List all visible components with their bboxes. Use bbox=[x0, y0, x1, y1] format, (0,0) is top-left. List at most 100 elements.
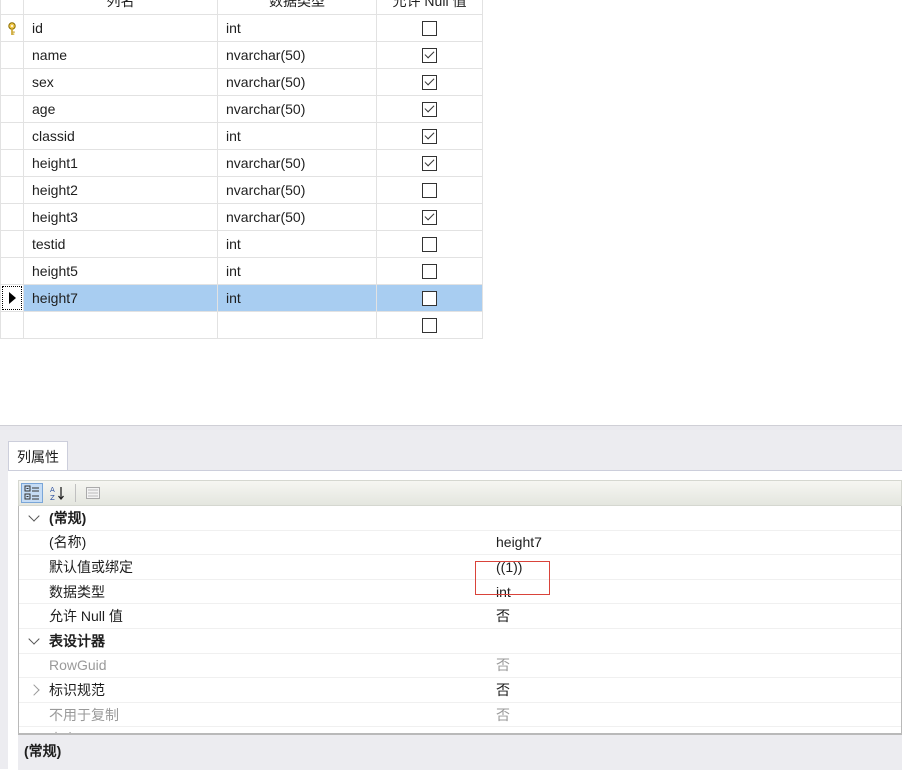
header-column-name[interactable]: 列名 bbox=[23, 0, 218, 15]
allow-null-checkbox[interactable] bbox=[422, 48, 437, 64]
allow-null-checkbox[interactable] bbox=[422, 75, 437, 91]
table-row[interactable] bbox=[0, 311, 483, 339]
header-allow-null[interactable]: 允许 Null 值 bbox=[376, 0, 483, 15]
row-selector[interactable] bbox=[0, 68, 24, 96]
table-row[interactable]: height5 int bbox=[0, 257, 483, 285]
cell-data-type[interactable]: int bbox=[217, 14, 377, 42]
property-value[interactable]: 否 bbox=[496, 655, 901, 675]
allow-null-checkbox[interactable] bbox=[422, 183, 437, 199]
allow-null-checkbox[interactable] bbox=[422, 210, 437, 226]
cell-column-name[interactable]: name bbox=[23, 41, 218, 69]
svg-text:Z: Z bbox=[50, 494, 55, 501]
property-value[interactable]: 否 bbox=[496, 606, 901, 626]
property-grid: (常规) (名称) height7 默认值或绑定 ((1)) 数据类型 int 允许 Null… bbox=[18, 506, 902, 734]
expand-chevron-icon[interactable] bbox=[19, 684, 49, 696]
row-selector[interactable] bbox=[0, 14, 24, 42]
cell-allow-null bbox=[376, 14, 483, 42]
collapse-chevron-icon[interactable] bbox=[19, 633, 49, 645]
cell-allow-null bbox=[376, 95, 483, 123]
collapse-chevron-icon[interactable] bbox=[19, 510, 49, 522]
cell-data-type[interactable]: int bbox=[217, 122, 377, 150]
categorized-button[interactable] bbox=[21, 483, 43, 503]
cell-data-type[interactable]: int bbox=[217, 257, 377, 285]
property-value[interactable]: height7 bbox=[496, 534, 901, 550]
cell-column-name[interactable]: height1 bbox=[23, 149, 218, 177]
cell-data-type[interactable]: int bbox=[217, 284, 377, 312]
property-row[interactable]: RowGuid 否 bbox=[19, 654, 901, 679]
svg-text:A: A bbox=[50, 486, 55, 494]
allow-null-checkbox[interactable] bbox=[422, 21, 437, 37]
property-value[interactable]: ((1)) bbox=[496, 559, 901, 575]
row-selector[interactable] bbox=[0, 284, 24, 312]
row-selector[interactable] bbox=[0, 257, 24, 285]
table-row[interactable]: id int bbox=[0, 14, 483, 42]
allow-null-checkbox[interactable] bbox=[422, 102, 437, 118]
cell-data-type[interactable]: nvarchar(50) bbox=[217, 41, 377, 69]
row-selector[interactable] bbox=[0, 41, 24, 69]
table-row[interactable]: height2 nvarchar(50) bbox=[0, 176, 483, 204]
property-pages-button[interactable] bbox=[82, 483, 104, 503]
row-selector-header bbox=[0, 0, 24, 15]
cell-data-type[interactable]: nvarchar(50) bbox=[217, 95, 377, 123]
property-value[interactable]: 否 bbox=[496, 705, 901, 725]
cell-data-type[interactable]: nvarchar(50) bbox=[217, 149, 377, 177]
cell-data-type[interactable]: nvarchar(50) bbox=[217, 176, 377, 204]
cell-data-type[interactable]: nvarchar(50) bbox=[217, 68, 377, 96]
cell-column-name[interactable]: sex bbox=[23, 68, 218, 96]
allow-null-checkbox[interactable] bbox=[422, 264, 437, 280]
cell-column-name[interactable]: classid bbox=[23, 122, 218, 150]
row-selector[interactable] bbox=[0, 149, 24, 177]
row-selector[interactable] bbox=[0, 122, 24, 150]
table-row[interactable]: sex nvarchar(50) bbox=[0, 68, 483, 96]
cell-column-name[interactable] bbox=[23, 311, 218, 339]
primary-key-icon bbox=[8, 22, 16, 36]
property-row[interactable]: 标识规范 否 bbox=[19, 678, 901, 703]
table-row[interactable]: testid int bbox=[0, 230, 483, 258]
row-selector[interactable] bbox=[0, 203, 24, 231]
table-row[interactable]: classid int bbox=[0, 122, 483, 150]
cell-data-type[interactable] bbox=[217, 311, 377, 339]
cell-allow-null bbox=[376, 230, 483, 258]
cell-column-name[interactable]: height7 bbox=[23, 284, 218, 312]
allow-null-checkbox[interactable] bbox=[422, 237, 437, 253]
sort-alpha-button[interactable]: A Z bbox=[47, 483, 69, 503]
property-name: 数据类型 bbox=[49, 583, 105, 600]
column-grid: 列名 数据类型 允许 Null 值 id int name nvarchar(50) s… bbox=[0, 0, 483, 339]
table-row[interactable]: height7 int bbox=[0, 284, 483, 312]
cell-column-name[interactable]: id bbox=[23, 14, 218, 42]
row-selector[interactable] bbox=[0, 176, 24, 204]
header-data-type[interactable]: 数据类型 bbox=[217, 0, 377, 15]
allow-null-checkbox[interactable] bbox=[422, 129, 437, 145]
cell-allow-null bbox=[376, 122, 483, 150]
property-row[interactable]: 允许 Null 值 否 bbox=[19, 604, 901, 629]
table-row[interactable]: name nvarchar(50) bbox=[0, 41, 483, 69]
cell-column-name[interactable]: height5 bbox=[23, 257, 218, 285]
cell-column-name[interactable]: age bbox=[23, 95, 218, 123]
property-row[interactable]: (名称) height7 bbox=[19, 531, 901, 556]
cell-allow-null bbox=[376, 203, 483, 231]
row-selector[interactable] bbox=[0, 311, 24, 339]
property-row[interactable]: 大小4 bbox=[19, 727, 901, 733]
row-selector[interactable] bbox=[0, 95, 24, 123]
allow-null-checkbox[interactable] bbox=[422, 156, 437, 172]
property-value[interactable]: 否 bbox=[496, 680, 901, 700]
property-category-row[interactable]: 表设计器 bbox=[19, 629, 901, 654]
tab-column-properties[interactable]: 列属性 bbox=[8, 441, 68, 471]
cell-data-type[interactable]: int bbox=[217, 230, 377, 258]
cell-column-name[interactable]: height2 bbox=[23, 176, 218, 204]
cell-column-name[interactable]: height3 bbox=[23, 203, 218, 231]
row-selector[interactable] bbox=[0, 230, 24, 258]
allow-null-checkbox[interactable] bbox=[422, 291, 437, 307]
property-row[interactable]: 默认值或绑定 ((1)) bbox=[19, 555, 901, 580]
cell-column-name[interactable]: testid bbox=[23, 230, 218, 258]
cell-data-type[interactable]: nvarchar(50) bbox=[217, 203, 377, 231]
property-row[interactable]: 不用于复制 否 bbox=[19, 703, 901, 728]
table-row[interactable]: age nvarchar(50) bbox=[0, 95, 483, 123]
property-category-row[interactable]: (常规) bbox=[19, 506, 901, 531]
properties-toolbar: A Z bbox=[18, 480, 902, 506]
allow-null-checkbox[interactable] bbox=[422, 318, 437, 334]
table-row[interactable]: height3 nvarchar(50) bbox=[0, 203, 483, 231]
property-value[interactable]: int bbox=[496, 584, 901, 600]
table-row[interactable]: height1 nvarchar(50) bbox=[0, 149, 483, 177]
property-row[interactable]: 数据类型 int bbox=[19, 580, 901, 605]
